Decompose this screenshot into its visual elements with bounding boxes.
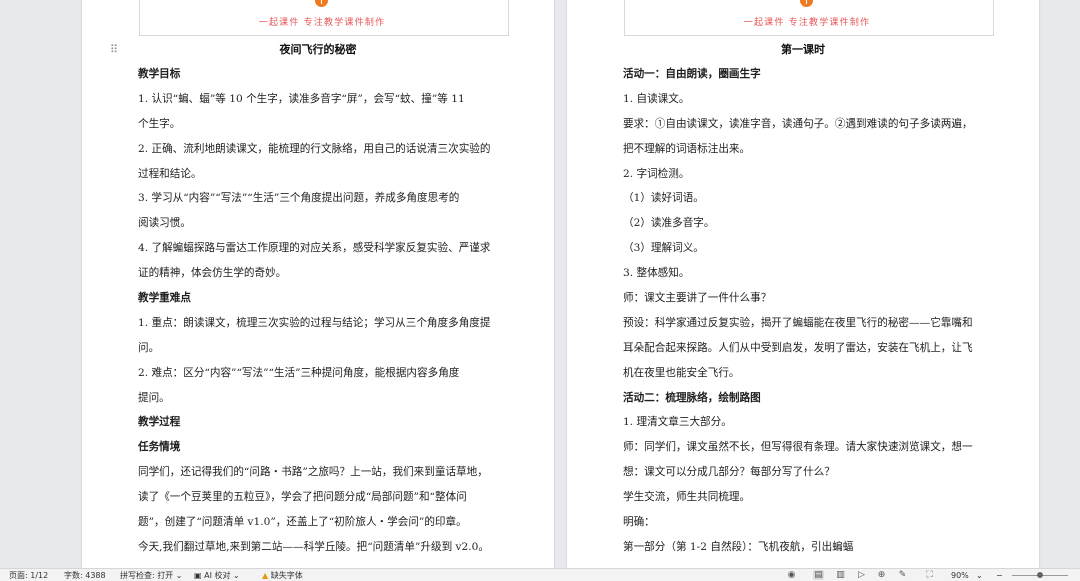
play-icon[interactable]: ▷ bbox=[856, 570, 867, 580]
paragraph-line: 4. 了解蝙蝠探路与雷达工作原理的对应关系，感受科学家反复实验、严谨求 bbox=[138, 242, 491, 255]
section-heading: 教学重难点 bbox=[138, 292, 191, 305]
globe-icon[interactable]: ⊕ bbox=[876, 570, 887, 580]
paragraph-line: 想：课文可以分成几部分？每部分写了什么？ bbox=[623, 466, 835, 479]
paragraph-line: 1. 理清文章三大部分。 bbox=[623, 416, 732, 429]
spell-check-toggle[interactable]: 拼写检查: 打开 ⌄ bbox=[120, 570, 183, 581]
header-brand-text: 一起课件 专注教学课件制作 bbox=[258, 18, 386, 28]
document-title: 夜间飞行的秘密 bbox=[279, 43, 357, 56]
header-brand-text: 一起课件 专注教学课件制作 bbox=[743, 18, 871, 28]
paragraph-line: 第一部分（第 1-2 自然段）：飞机夜航，引出蝙蝠 bbox=[623, 540, 854, 553]
section-heading: 教学目标 bbox=[138, 68, 181, 80]
warning-icon: ▲ bbox=[262, 571, 269, 580]
section-heading: 教学过程 bbox=[138, 416, 181, 429]
section-heading: 任务情境 bbox=[138, 441, 181, 454]
paragraph-line: 2. 字词检测。 bbox=[623, 167, 690, 180]
spell-check-label: 拼写检查: 打开 bbox=[120, 571, 174, 580]
left-page-body[interactable]: 教学目标 1. 认识“蝙、蝠”等 10 个生字，读准多音字“屏”，会写“蚊、撞”等… bbox=[138, 66, 518, 564]
paragraph-line: 耳朵配合起来探路。人们从中受到启发，发明了雷达，安装在飞机上，让飞 bbox=[623, 341, 973, 354]
eye-protection-icon[interactable]: ◉ bbox=[786, 570, 797, 580]
ai-proof-label: AI 校对 bbox=[204, 571, 231, 580]
paragraph-line: （2）读准多音字。 bbox=[623, 217, 715, 230]
paragraph-line: 1. 自读课文。 bbox=[623, 92, 690, 105]
paragraph-line: 同学们，还记得我们的“问路・书路”之旅吗？上一站，我们来到童话草地， bbox=[138, 466, 488, 479]
paragraph-line: 1. 认识“蝙、蝠”等 10 个生字，读准多音字“屏”，会写“蚊、撞”等 11 bbox=[138, 92, 465, 105]
missing-font-button[interactable]: ▲ 缺失字体 bbox=[262, 570, 303, 581]
pen-icon[interactable]: ✎ bbox=[897, 570, 908, 580]
word-count[interactable]: 字数: 4388 bbox=[64, 570, 106, 581]
right-page-body[interactable]: 活动一：自由朗读，圈画生字 1. 自读课文。要求：①自由读课文，读准字音，读通句子… bbox=[623, 66, 1003, 564]
paragraph-line: 3. 学习从“内容”“写法”“生活”三个角度提出问题，养成多角度思考的 bbox=[138, 192, 460, 205]
paragraph-line: 2. 难点：区分“内容”“写法”“生活”三种提问角度，能根据内容多角度 bbox=[138, 366, 460, 379]
chevron-down-icon: ⌄ bbox=[233, 571, 240, 580]
paragraph-line: 师：课文主要讲了一件什么事？ bbox=[623, 292, 772, 305]
zoom-dropdown-icon[interactable]: ⌄ bbox=[976, 570, 983, 581]
paragraph-line: 过程和结论。 bbox=[138, 167, 202, 180]
paragraph-line: 预设：科学家通过反复实验，揭开了蝙蝠能在夜里飞行的秘密——它靠嘴和 bbox=[623, 316, 973, 329]
section-heading: 活动一：自由朗读，圈画生字 bbox=[623, 68, 761, 80]
page-indicator[interactable]: 页面: 1/12 bbox=[9, 570, 48, 581]
paragraph-line: 题”，创建了“问题清单 v1.0”，还盖上了“初阶旅人・学会问”的印章。 bbox=[138, 516, 467, 529]
paragraph-line: 3. 整体感知。 bbox=[623, 267, 690, 280]
paragraph-line: 2. 正确、流利地朗读课文，能梳理的行文脉络，用自己的话说清三次实验的 bbox=[138, 142, 491, 155]
paragraph-line: 1. 重点：朗读课文，梳理三次实验的过程与结论；学习从三个角度多角度提 bbox=[138, 316, 491, 329]
paragraph-line: 个生字。 bbox=[138, 117, 181, 130]
paragraph-line: 把不理解的词语标注出来。 bbox=[623, 142, 751, 155]
status-bar: 页面: 1/12 字数: 4388 拼写检查: 打开 ⌄ ▣ AI 校对 ⌄ ▲… bbox=[0, 568, 1080, 581]
paragraph-line: 今天,我们翻过草地,来到第二站——科学丘陵。把“问题清单”升级到 v2.0。 bbox=[138, 540, 489, 553]
section-title: 第一课时 bbox=[781, 43, 825, 56]
paragraph-line: 要求：①自由读课文，读准字音，读通句子。②遇到难读的句子多读两遍， bbox=[623, 117, 973, 130]
zoom-out-button[interactable]: − bbox=[996, 570, 1003, 581]
document-page-right[interactable]: 一起课件 专注教学课件制作 第一课时 活动一：自由朗读，圈画生字 1. 自读课文。… bbox=[567, 0, 1039, 568]
section-heading: 活动二：梳理脉络，绘制路图 bbox=[623, 391, 761, 404]
paragraph-line: （1）读好词语。 bbox=[623, 192, 704, 205]
zoom-slider-thumb[interactable] bbox=[1037, 572, 1043, 578]
paragraph-line: 学生交流，师生共同梳理。 bbox=[623, 491, 751, 504]
page-view-icon[interactable]: ▤ bbox=[813, 570, 824, 580]
ai-proof-button[interactable]: ▣ AI 校对 ⌄ bbox=[194, 570, 240, 581]
paragraph-line: 机在夜里也能安全飞行。 bbox=[623, 366, 740, 379]
chevron-down-icon: ⌄ bbox=[175, 571, 183, 580]
paragraph-line: 问。 bbox=[138, 341, 160, 354]
paragraph-line: 提问。 bbox=[138, 391, 170, 404]
paragraph-line: 师：同学们，课文虽然不长，但写得很有条理。请大家快速浏览课文，想一 bbox=[623, 441, 973, 454]
document-page-left[interactable]: 一起课件 专注教学课件制作 ⠿ 夜间飞行的秘密 教学目标 1. 认识“蝙、蝠”等 … bbox=[82, 0, 554, 568]
paragraph-line: 明确： bbox=[623, 516, 655, 529]
paragraph-line: 证的精神，体会仿生学的奇妙。 bbox=[138, 267, 287, 280]
zoom-level[interactable]: 90% bbox=[951, 570, 969, 581]
paragraph-line: 读了《一个豆荚里的五粒豆》，学会了把问题分成“局部问题”和“整体问 bbox=[138, 491, 467, 504]
paragraph-line: （3）理解词义。 bbox=[623, 242, 704, 255]
paragraph-line: 阅读习惯。 bbox=[138, 217, 191, 230]
web-layout-icon[interactable]: ▥ bbox=[835, 570, 846, 580]
fit-page-icon[interactable]: ⛶ bbox=[924, 570, 935, 580]
ai-proof-icon: ▣ bbox=[194, 571, 202, 580]
missing-font-label: 缺失字体 bbox=[270, 571, 303, 580]
